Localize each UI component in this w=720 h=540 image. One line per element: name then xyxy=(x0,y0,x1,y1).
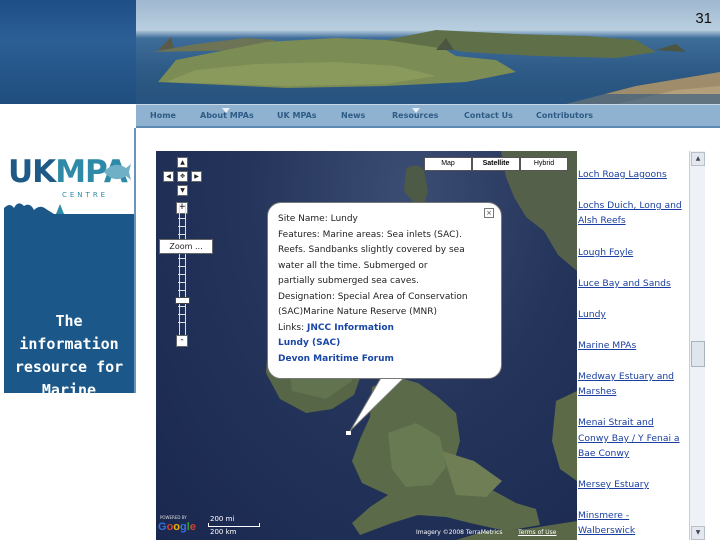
main-nav: Home About MPAs UK MPAs News Resources C… xyxy=(136,104,720,127)
nav-contact-us[interactable]: Contact Us xyxy=(464,111,513,120)
zoom-tooltip: Zoom ... xyxy=(159,239,213,254)
zoom-slider-thumb[interactable] xyxy=(175,297,190,304)
features-line: water all the time. Submerged or xyxy=(278,260,428,271)
map-type-map-button[interactable]: Map xyxy=(424,157,472,171)
designation-line: Designation: Special Area of Conservatio… xyxy=(278,291,468,302)
tagline-line: Protected xyxy=(28,404,110,422)
fish-icon xyxy=(104,164,131,180)
features-line: Features: Marine areas: Sea inlets (SAC)… xyxy=(278,229,462,240)
tagline-line: The xyxy=(55,312,83,330)
logo-centre: CENTRE xyxy=(62,191,109,199)
chevron-down-icon xyxy=(222,108,230,113)
site-link[interactable]: Loch Roag Lagoons xyxy=(578,167,667,183)
site-link[interactable]: Luce Bay and Sands xyxy=(578,276,671,292)
banner-sea-left xyxy=(0,0,136,104)
nav-uk-mpas[interactable]: UK MPAs xyxy=(277,111,317,120)
site-name: Site Name: Lundy xyxy=(278,214,358,224)
tagline: The information resource for Marine Prot… xyxy=(4,310,134,471)
scale-bar xyxy=(208,523,260,527)
site-link[interactable]: Walberswick xyxy=(578,523,635,539)
scrollbar-thumb[interactable] xyxy=(691,341,705,367)
nav-home[interactable]: Home xyxy=(150,111,176,120)
site-link[interactable]: Bae Conwy xyxy=(578,446,629,462)
popup-pointer xyxy=(349,375,410,432)
tagline-panel: The information resource for Marine Prot… xyxy=(4,214,134,468)
nav-contributors[interactable]: Contributors xyxy=(536,111,593,120)
site-list: Loch Roag Lagoons Lochs Duich, Long and … xyxy=(577,151,689,540)
logo-panel: UKMPA CENTRE The information resource fo… xyxy=(4,128,136,468)
pan-right-icon[interactable]: ▶ xyxy=(191,171,202,182)
pan-center-icon[interactable]: ✥ xyxy=(177,171,188,182)
links-label: Links: xyxy=(278,322,308,333)
lundy-sac-link[interactable]: Lundy (SAC) xyxy=(278,336,490,352)
site-list-scrollbar[interactable]: ▲ ▼ xyxy=(689,151,705,540)
site-link[interactable]: Minsmere - xyxy=(578,508,629,524)
imagery-credit: Imagery ©2008 TerraMetrics xyxy=(416,529,503,536)
chevron-down-icon xyxy=(412,108,420,113)
logo-uk: UK xyxy=(8,154,56,190)
tagline-line: practitioners xyxy=(10,450,128,468)
site-link[interactable]: Alsh Reefs xyxy=(578,213,626,229)
scale-miles: 200 mi xyxy=(210,515,235,523)
tagline-line: Marine xyxy=(41,381,97,399)
pan-down-icon[interactable]: ▼ xyxy=(177,185,188,196)
site-link[interactable]: Lundy xyxy=(578,307,606,323)
site-link[interactable]: Lough Foyle xyxy=(578,245,633,261)
map-type-hybrid-button[interactable]: Hybrid xyxy=(520,157,568,171)
nav-divider xyxy=(136,126,720,128)
site-link[interactable]: Lochs Duich, Long and xyxy=(578,198,682,214)
terms-of-use-link[interactable]: Terms of Use xyxy=(518,529,556,536)
map-type-satellite-button[interactable]: Satellite xyxy=(472,157,520,171)
nav-news[interactable]: News xyxy=(341,111,365,120)
info-window-body: Site Name: Lundy Features: Marine areas:… xyxy=(278,212,490,367)
island-illustration xyxy=(136,30,720,104)
pan-left-icon[interactable]: ◀ xyxy=(163,171,174,182)
tagline-line: resource for xyxy=(14,358,124,376)
links-line: Links: JNCC Information xyxy=(278,321,490,337)
tagline-line: Areas xyxy=(46,427,92,445)
zoom-slider[interactable] xyxy=(178,204,186,337)
devon-maritime-forum-link[interactable]: Devon Maritime Forum xyxy=(278,352,490,368)
slide-number: 31 xyxy=(695,10,712,27)
site-link[interactable]: Conwy Bay / Y Fenai a xyxy=(578,431,680,447)
site-link[interactable]: Marine MPAs xyxy=(578,338,636,354)
features-line: partially submerged sea caves. xyxy=(278,276,419,286)
designation-line: (SAC)Marine Nature Reserve (MNR) xyxy=(278,307,437,317)
jncc-information-link[interactable]: JNCC Information xyxy=(307,323,394,333)
site-link[interactable]: Marshes xyxy=(578,384,616,400)
site-link[interactable]: Mersey Estuary xyxy=(578,477,649,493)
nav-resources[interactable]: Resources xyxy=(392,108,438,120)
scroll-down-icon[interactable]: ▼ xyxy=(691,526,705,540)
logo-area[interactable]: UKMPA CENTRE xyxy=(4,128,134,214)
info-window: × Site Name: Lundy Features: Marine area… xyxy=(267,202,502,379)
zoom-out-button[interactable]: - xyxy=(176,335,188,347)
nav-about-mpas[interactable]: About MPAs xyxy=(200,108,254,120)
powered-by-label: POWERED BY xyxy=(160,515,187,520)
scale-km: 200 km xyxy=(210,528,237,536)
google-logo[interactable]: Google xyxy=(158,521,196,533)
site-link[interactable]: Menai Strait and xyxy=(578,415,654,431)
seaweed-icon xyxy=(4,203,64,214)
tagline-line: information xyxy=(19,335,119,353)
site-link[interactable]: Medway Estuary and xyxy=(578,369,674,385)
banner-photo xyxy=(136,0,720,104)
pan-up-icon[interactable]: ▲ xyxy=(177,157,188,168)
scroll-up-icon[interactable]: ▲ xyxy=(691,152,705,166)
features-line: Reefs. Sandbanks slightly covered by sea xyxy=(278,245,465,255)
